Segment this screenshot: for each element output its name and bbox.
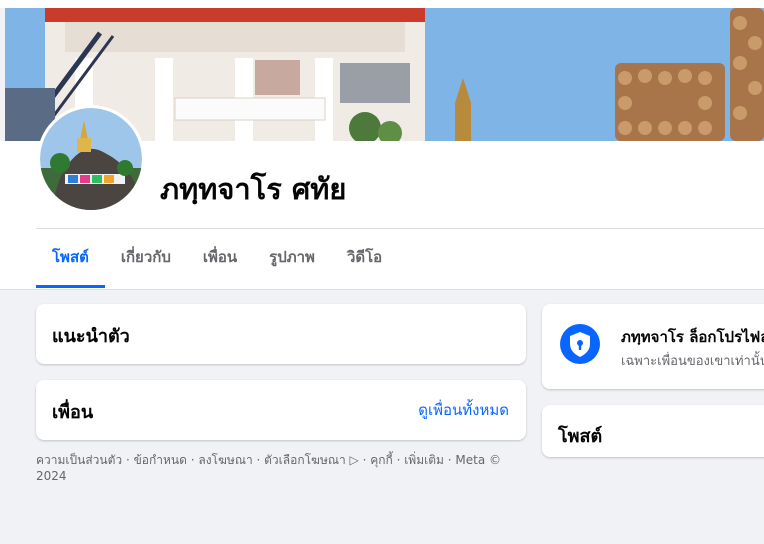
intro-title: แนะนำตัว bbox=[52, 326, 130, 347]
profile-tabs: โพสต์ เกี่ยวกับ เพื่อน รูปภาพ วิดีโอ bbox=[36, 229, 398, 288]
tab-posts[interactable]: โพสต์ bbox=[36, 229, 105, 288]
locked-profile-subtitle: เฉพาะเพื่อนของเขาเท่านั้น bbox=[621, 354, 764, 369]
locked-profile-card: ภทฺทจาโร ล็อกโปรไฟล์ เฉพาะเพื่อนของเขาเท… bbox=[542, 304, 764, 389]
tab-photos[interactable]: รูปภาพ bbox=[253, 229, 331, 288]
profile-avatar[interactable] bbox=[37, 105, 145, 213]
tab-about[interactable]: เกี่ยวกับ bbox=[105, 229, 187, 288]
friends-card: เพื่อน ดูเพื่อนทั้งหมด bbox=[36, 380, 526, 440]
avatar-image bbox=[40, 108, 142, 210]
tab-friends[interactable]: เพื่อน bbox=[187, 229, 253, 288]
locked-profile-title: ภทฺทจาโร ล็อกโปรไฟล์ bbox=[621, 328, 764, 346]
see-all-friends-link[interactable]: ดูเพื่อนทั้งหมด bbox=[418, 398, 509, 422]
profile-name: ภทฺทจาโร ศทัย bbox=[160, 172, 347, 206]
intro-card: แนะนำตัว bbox=[36, 304, 526, 364]
posts-card: โพสต์ bbox=[542, 405, 764, 457]
posts-title: โพสต์ bbox=[558, 426, 603, 447]
lock-shield-icon bbox=[560, 324, 600, 364]
top-strip bbox=[0, 0, 764, 8]
friends-title: เพื่อน bbox=[52, 402, 94, 423]
footer-links[interactable]: ความเป็นส่วนตัว · ข้อกำหนด · ลงโฆษณา · ต… bbox=[36, 452, 526, 484]
tab-videos[interactable]: วิดีโอ bbox=[331, 229, 398, 288]
